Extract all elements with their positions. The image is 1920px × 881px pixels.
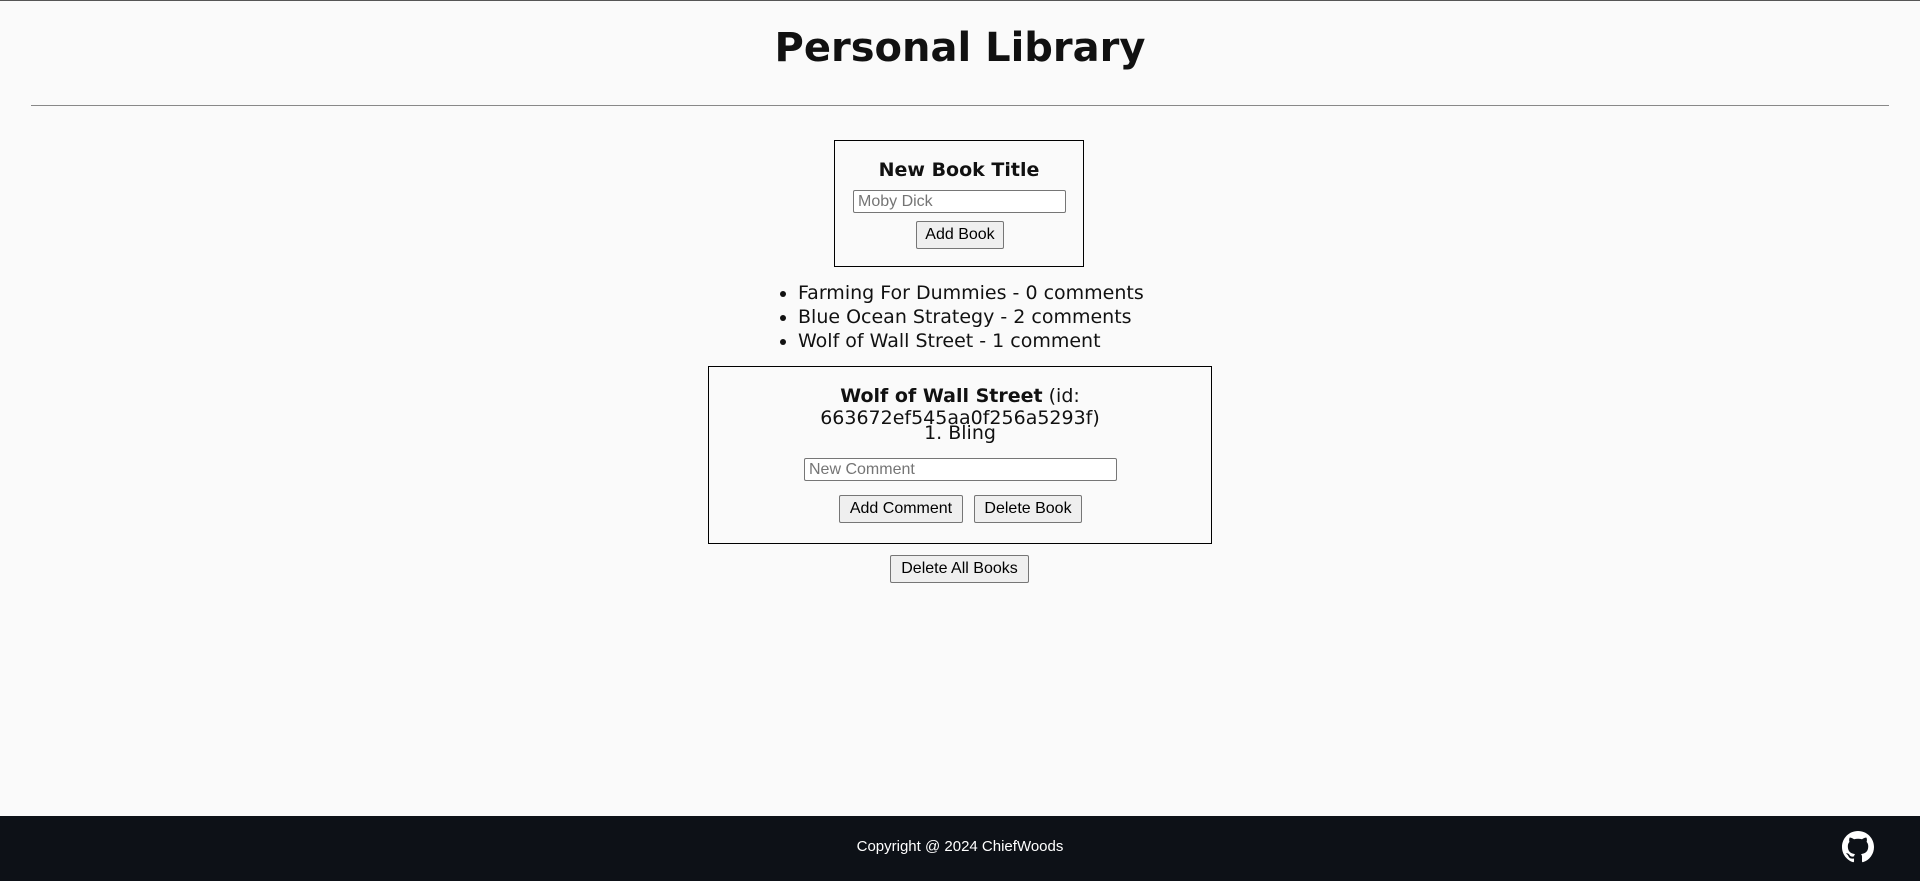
page-header: Personal Library — [0, 1, 1920, 106]
comment-item: 1. Bling — [924, 422, 996, 444]
book-list-item[interactable]: Wolf of Wall Street - 1 comment — [798, 329, 1144, 353]
copyright-text: Copyright @ 2024 ChiefWoods — [856, 838, 1064, 855]
book-detail-panel: Wolf of Wall Street (id: 663672ef545aa0f… — [708, 366, 1212, 544]
add-book-button[interactable]: Add Book — [916, 221, 1004, 249]
book-list-item[interactable]: Farming For Dummies - 0 comments — [798, 281, 1144, 305]
add-comment-button[interactable]: Add Comment — [839, 495, 963, 523]
header-divider — [31, 105, 1889, 106]
delete-book-button[interactable]: Delete Book — [974, 495, 1082, 523]
new-book-title-label: New Book Title — [878, 159, 1040, 181]
page-footer: Copyright @ 2024 ChiefWoods — [0, 816, 1920, 881]
book-detail-title: Wolf of Wall Street — [840, 385, 1043, 407]
book-list: Farming For Dummies - 0 comments Blue Oc… — [778, 281, 1144, 353]
delete-all-books-button[interactable]: Delete All Books — [890, 555, 1029, 583]
page-title: Personal Library — [774, 25, 1146, 71]
book-list-item[interactable]: Blue Ocean Strategy - 2 comments — [798, 305, 1144, 329]
github-icon — [1842, 831, 1874, 863]
new-book-form: New Book Title Add Book — [834, 140, 1084, 267]
new-book-title-input[interactable] — [853, 190, 1066, 213]
new-comment-input[interactable] — [804, 458, 1117, 481]
github-link[interactable] — [1842, 831, 1874, 863]
comment-list: 1. Bling — [709, 422, 1211, 444]
